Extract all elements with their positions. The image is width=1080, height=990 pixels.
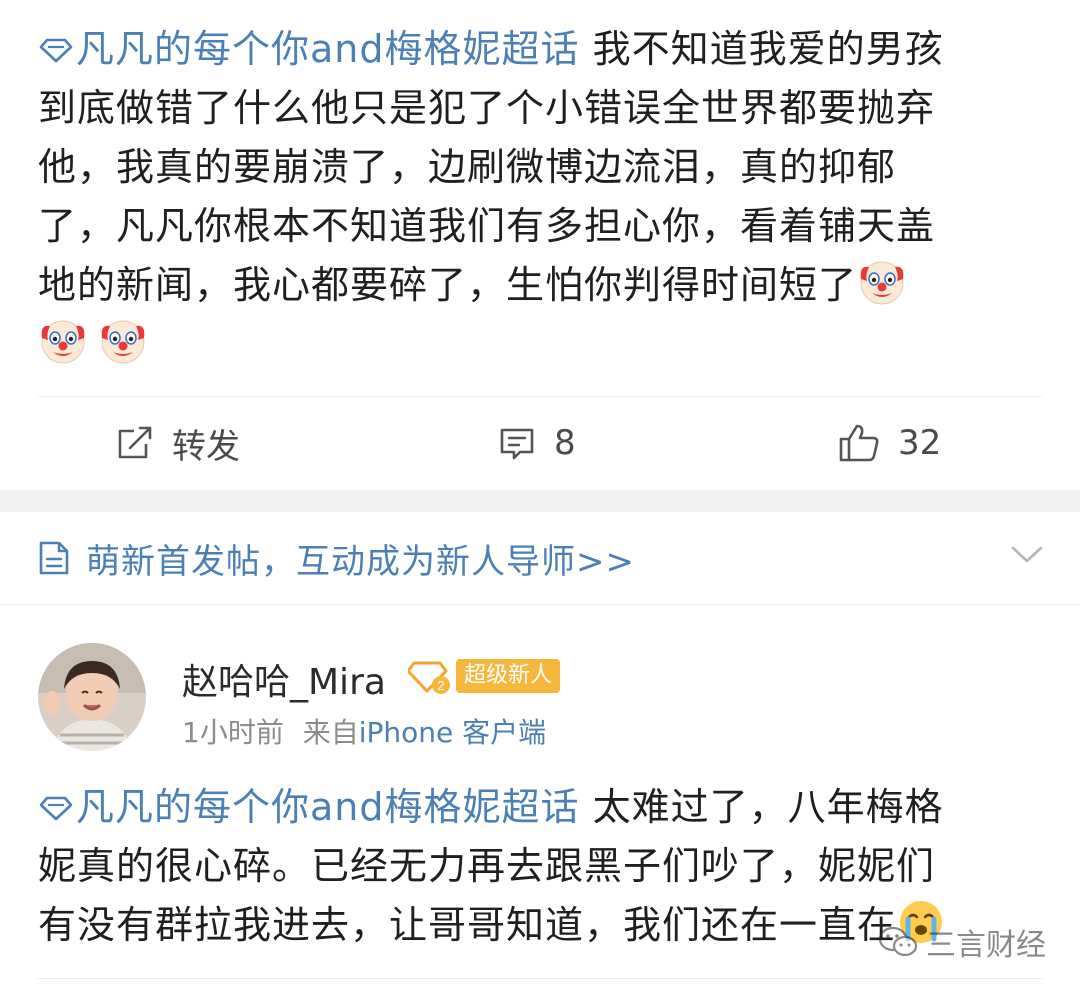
post-text: 太难过了，八年梅格	[592, 785, 944, 829]
action-bar: 转发 8 32	[0, 396, 1080, 490]
post-text: 地的新闻，我心都要碎了，生怕你判得时间短了	[38, 263, 858, 307]
section-gap	[0, 490, 1080, 512]
post-text: 我不知道我爱的男孩	[592, 27, 944, 71]
post-line: 地的新闻，我心都要碎了，生怕你判得时间短了	[38, 256, 1038, 315]
clown-face-emoji	[860, 261, 904, 305]
newbie-banner-text: 萌新首发帖，互动成为新人导师>>	[86, 541, 635, 582]
post-line	[38, 315, 1038, 374]
comment-count: 8	[554, 423, 576, 463]
diamond-icon	[39, 38, 73, 63]
comment-icon	[500, 428, 534, 460]
chevron-down-icon[interactable]	[1010, 544, 1044, 566]
avatar-image	[38, 643, 146, 751]
post-line: 了，凡凡你根本不知道我们有多担心你，看着铺天盖	[38, 204, 936, 248]
divider	[38, 978, 1042, 979]
diamond-icon	[39, 796, 73, 821]
wechat-icon	[878, 926, 918, 957]
source-prefix: 来自	[302, 716, 359, 749]
source-device[interactable]: iPhone 客户端	[359, 716, 546, 749]
repost-button[interactable]: 转发	[116, 396, 240, 490]
avatar[interactable]	[38, 643, 146, 751]
post-meta: 1小时前 来自iPhone 客户端	[182, 711, 546, 751]
topic-link[interactable]: 凡凡的每个你and梅格妮超话	[38, 27, 593, 71]
status-badge: 超级新人	[456, 659, 561, 693]
like-button[interactable]: 32	[838, 396, 941, 490]
thumbs-up-icon	[839, 424, 879, 462]
comment-header: 赵哈哈_Mira 2 超级新人 1小时前 来自iPhone 客户端	[0, 605, 1080, 765]
comment-button[interactable]: 8	[498, 396, 576, 490]
timestamp: 1小时前	[182, 716, 284, 749]
watermark: 三言财经	[878, 920, 1046, 964]
repost-icon	[118, 426, 152, 459]
post-line: 凡凡的每个你and梅格妮超话 太难过了，八年梅格	[38, 778, 1038, 837]
svg-text:2: 2	[437, 678, 444, 693]
topic-link[interactable]: 凡凡的每个你and梅格妮超话	[38, 785, 593, 829]
document-icon	[39, 541, 69, 575]
clown-face-emoji	[41, 320, 85, 364]
newbie-banner[interactable]: 萌新首发帖，互动成为新人导师>>	[0, 512, 1080, 604]
repost-label: 转发	[172, 426, 240, 467]
like-count: 32	[898, 423, 942, 463]
post-body: 凡凡的每个你and梅格妮超话 我不知道我爱的男孩 到底做错了什么他只是犯了个小错…	[38, 20, 1038, 374]
post-line: 到底做错了什么他只是犯了个小错误全世界都要抛弃	[38, 86, 936, 130]
post-line: 他，我真的要崩溃了，边刷微博边流泪，真的抑郁	[38, 145, 897, 189]
post-text: 有没有群拉我进去，让哥哥知道，我们还在一直在	[38, 903, 897, 947]
clown-face-emoji	[101, 320, 145, 364]
username[interactable]: 赵哈哈_Mira	[182, 653, 386, 705]
watermark-text: 三言财经	[926, 928, 1046, 963]
vip-icon: 2	[408, 661, 450, 694]
post-line: 妮真的很心碎。已经无力再去跟黑子们吵了，妮妮们	[38, 844, 936, 888]
post-line: 凡凡的每个你and梅格妮超话 我不知道我爱的男孩	[38, 20, 1038, 79]
